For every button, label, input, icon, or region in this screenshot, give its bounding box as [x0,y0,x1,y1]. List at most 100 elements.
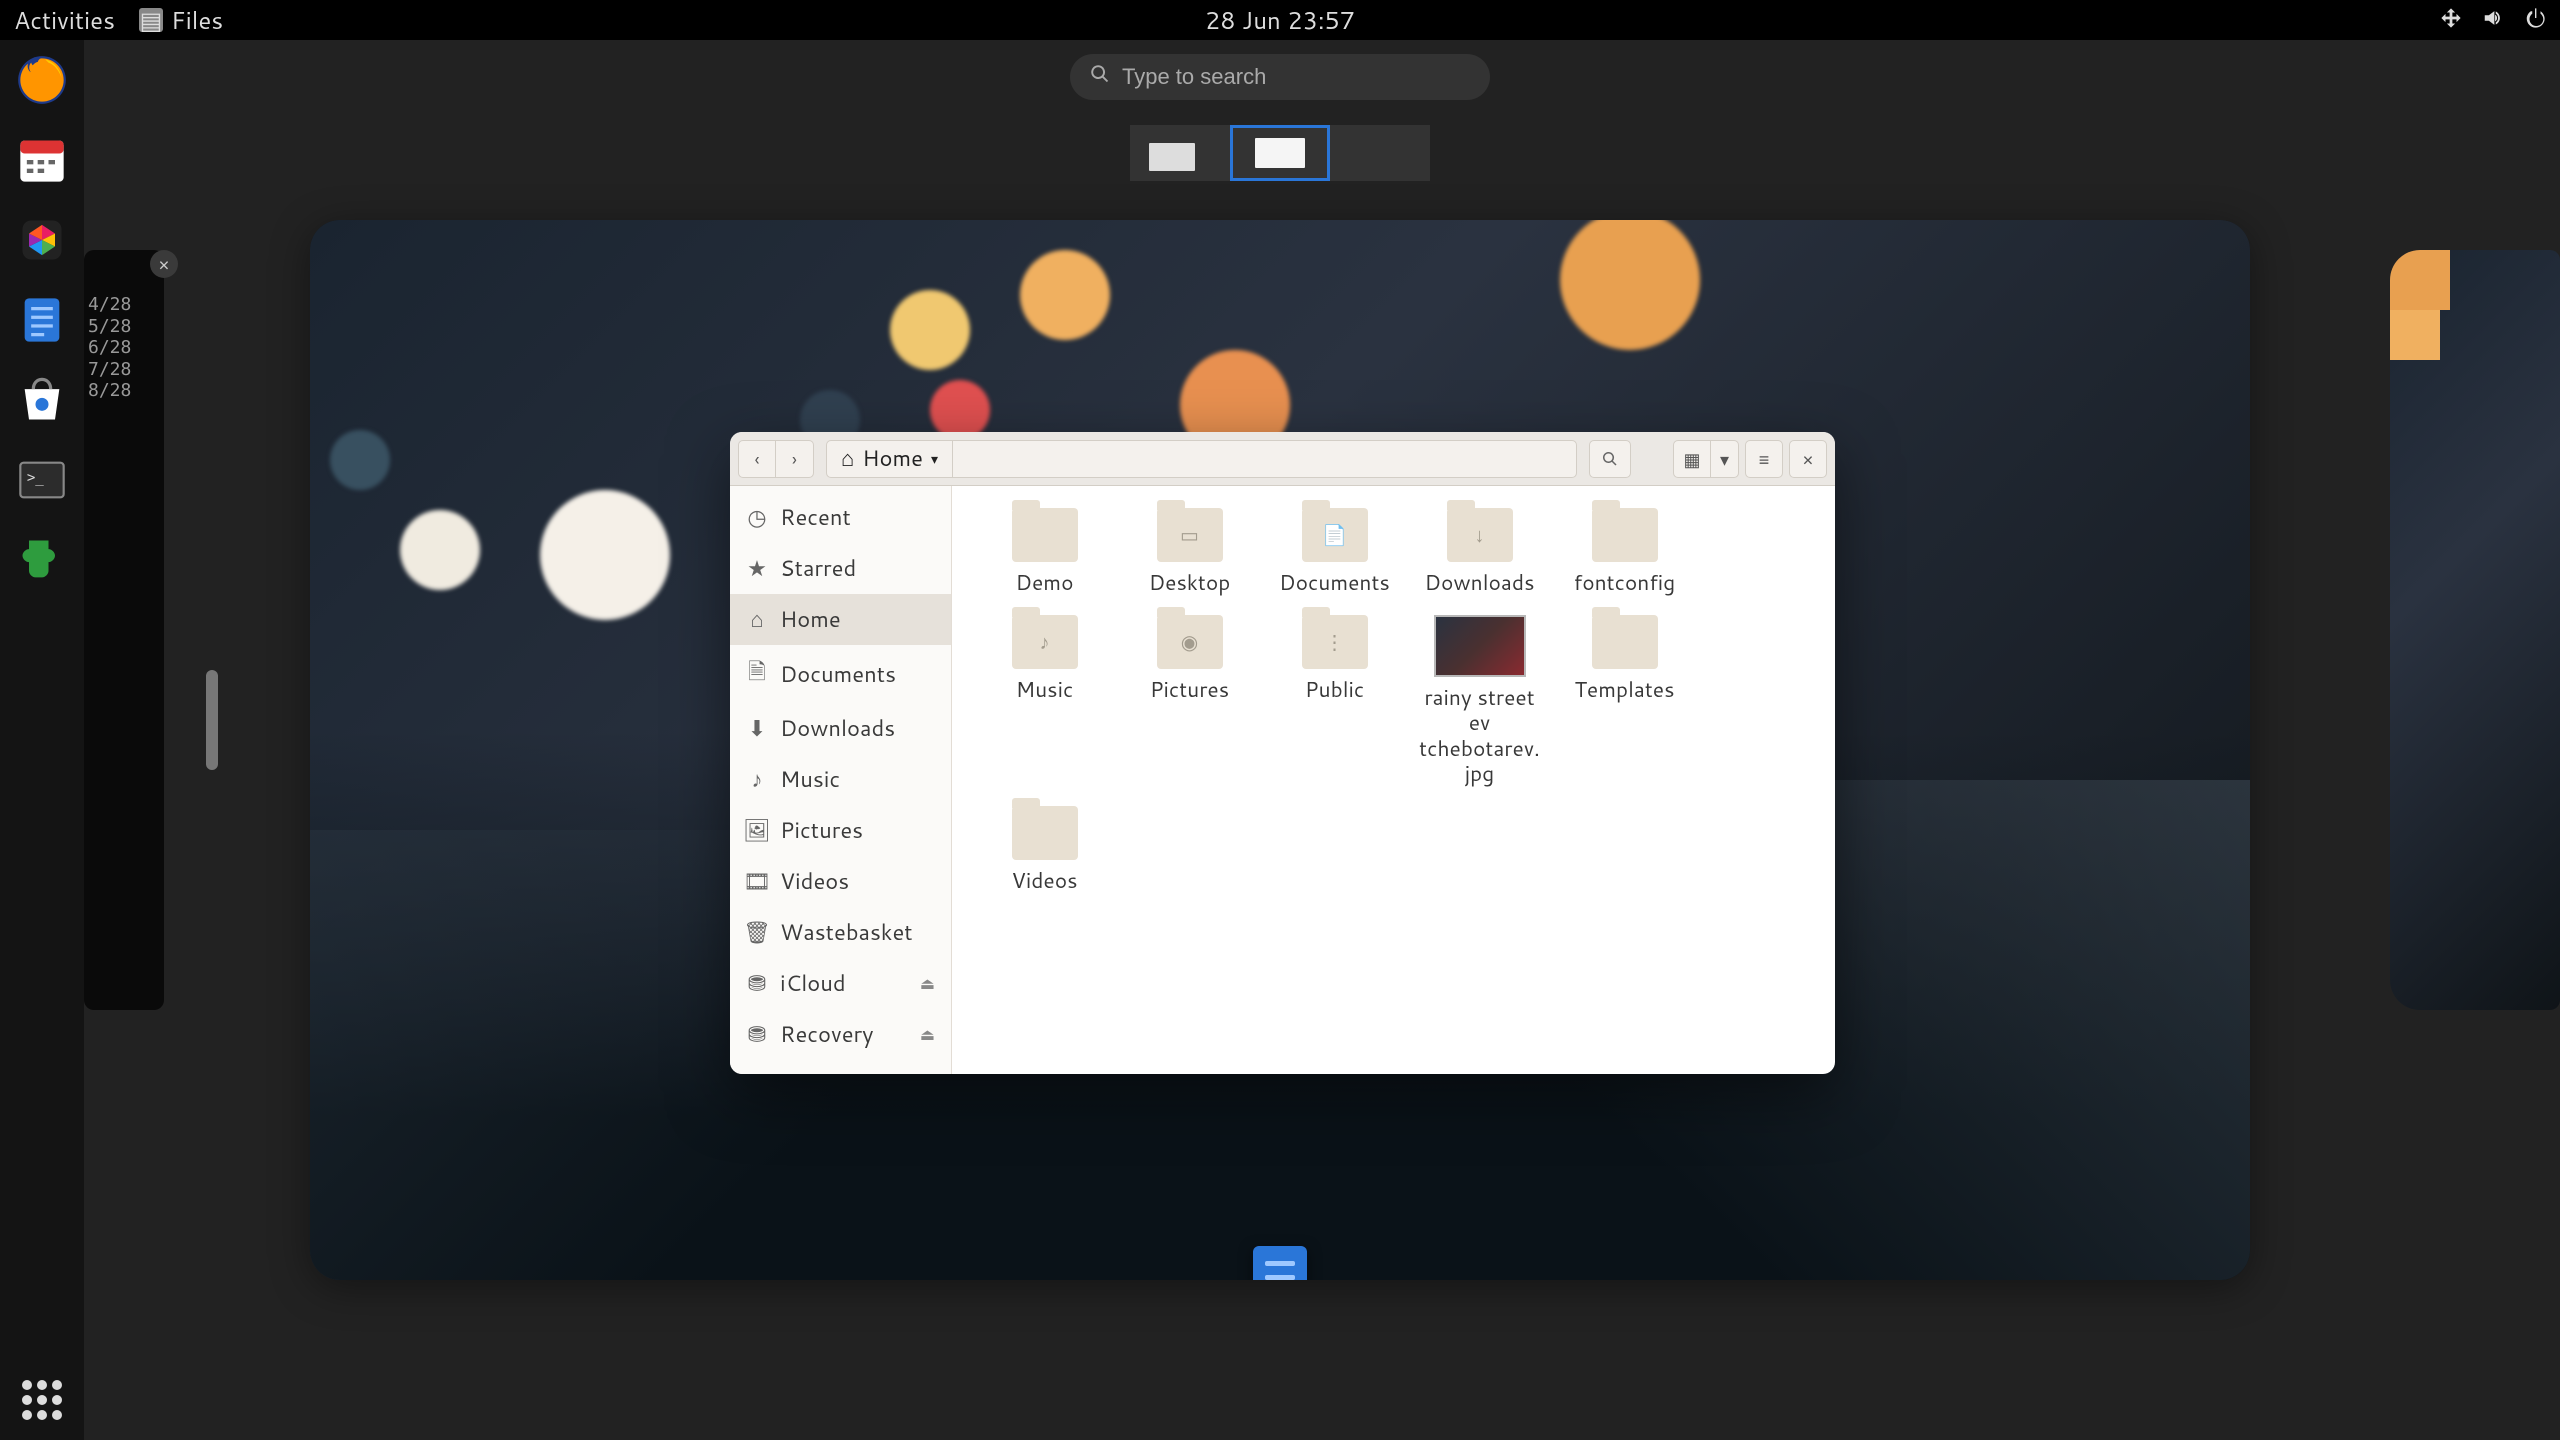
dock-firefox[interactable] [14,52,70,108]
back-button[interactable]: ‹ [738,440,776,478]
path-home[interactable]: ⌂ Home ▾ [827,441,953,477]
search-input[interactable] [1122,64,1470,90]
file-item-templates[interactable]: Templates [1552,605,1697,796]
file-label: Documents [1279,570,1390,595]
sidebar-item-label: Wastebasket [780,917,913,948]
doc-icon: 🗎 [746,655,768,693]
sidebar-item-label: Videos [780,866,849,897]
sidebar-item-documents[interactable]: 🗎 Documents [730,645,951,703]
eject-icon[interactable]: ⏏ [920,1023,935,1046]
file-item-public[interactable]: ⋮Public [1262,605,1407,796]
close-window-button[interactable]: × [150,250,178,278]
files-taskbar-icon[interactable] [1253,1246,1307,1280]
sidebar-item-label: Downloads [780,713,895,744]
workspace-3[interactable] [1330,125,1430,181]
file-item-videos[interactable]: Videos [972,796,1117,903]
sidebar-item-pictures[interactable]: 🖼 Pictures [730,805,951,856]
search-icon [1090,64,1110,90]
hamburger-menu-button[interactable]: ≡ [1745,440,1783,478]
file-item-music[interactable]: ♪ Music [972,605,1117,796]
scrollbar[interactable] [206,670,218,770]
terminal-output: 4/28 5/28 6/28 7/28 8/28 [84,290,135,406]
sidebar-item-recent[interactable]: ◷Recent [730,492,951,543]
folder-icon: 📄 [1302,508,1368,562]
files-icon: ▤ [139,8,163,32]
dock-files[interactable] [14,292,70,348]
folder-icon: ↓ [1447,508,1513,562]
sidebar-item-label: Recent [780,502,851,533]
dock-terminal[interactable]: >_ [14,452,70,508]
path-home-label: Home [862,443,923,474]
dock-software[interactable] [14,372,70,428]
top-bar: Activities ▤ Files 28 Jun 23:57 [0,0,2560,40]
folder-icon [1012,806,1078,860]
sidebar-item-recovery[interactable]: ⛃Recovery⏏ [730,1009,951,1060]
file-item-desktop[interactable]: ▭ Desktop [1117,498,1262,605]
folder-icon [1592,508,1658,562]
adjacent-workspace-left[interactable]: × 4/28 5/28 6/28 7/28 8/28 [84,250,164,1010]
trash-icon: 🗑 [746,917,768,948]
sidebar-item-home[interactable]: ⌂Home [730,594,951,645]
file-label: Public [1305,677,1364,702]
file-item-rainy-street-ev-tchebotarev-jpg[interactable]: rainy street ev tchebotarev. jpg [1407,605,1552,796]
file-label: Desktop [1149,570,1231,595]
pic-icon: 🖼 [746,815,768,846]
files-sidebar: ◷Recent★Starred⌂Home 🗎 Documents ⬇ Downloads… [730,486,952,1074]
overview-search[interactable] [1070,54,1490,100]
sidebar-item-label: Pictures [780,815,863,846]
file-label: rainy street ev tchebotarev. jpg [1411,685,1548,786]
file-item-pictures[interactable]: ◉Pictures [1117,605,1262,796]
folder-icon: ♪ [1012,615,1078,669]
image-thumbnail [1434,615,1526,677]
sidebar-item-icloud[interactable]: ⛃iCloud⏏ [730,958,951,1009]
search-button[interactable] [1589,440,1631,478]
sidebar-item-label: iCloud [780,968,846,999]
activities-button[interactable]: Activities [14,3,115,37]
workspace-switcher [1130,125,1430,181]
file-item-demo[interactable]: Demo [972,498,1117,605]
workspace-1[interactable] [1130,125,1230,181]
folder-icon: ◉ [1157,615,1223,669]
workspace-2[interactable] [1230,125,1330,181]
sidebar-item-downloads[interactable]: ⬇ Downloads [730,703,951,754]
file-item-downloads[interactable]: ↓ Downloads [1407,498,1552,605]
star-icon: ★ [746,553,768,584]
adjacent-workspace-right[interactable] [2390,250,2560,1010]
sidebar-item-label: Documents [780,659,896,690]
file-item-fontconfig[interactable]: fontconfig [1552,498,1697,605]
system-status-area[interactable] [2440,3,2546,37]
dock: >_ [0,40,84,1440]
drive-icon: ⛃ [746,1070,768,1074]
folder-icon [1592,615,1658,669]
forward-button[interactable]: › [776,440,814,478]
app-menu[interactable]: ▤ Files [139,3,223,37]
folder-icon: ▭ [1157,508,1223,562]
files-content[interactable]: Demo ▭ Desktop 📄 Documents ↓ Downloads fontconf… [952,486,1835,1074]
show-apps-button[interactable] [22,1380,62,1420]
workspace-preview[interactable]: ‹ › ⌂ Home ▾ ▦ ▾ ≡ × ◷Recent★Starr [310,220,2250,1280]
home-icon: ⌂ [841,443,854,474]
file-label: Downloads [1425,570,1535,595]
sidebar-item-music[interactable]: ♪Music [730,754,951,805]
icon-view-button[interactable]: ▦ [1673,440,1711,478]
close-button[interactable]: × [1789,440,1827,478]
view-dropdown-button[interactable]: ▾ [1711,440,1739,478]
eject-icon[interactable]: ⏏ [920,972,935,995]
clock[interactable]: 28 Jun 23:57 [1205,3,1355,37]
file-label: Music [1016,677,1073,702]
file-item-documents[interactable]: 📄 Documents [1262,498,1407,605]
sidebar-item-label: LUMIX [780,1070,852,1074]
down-icon: ⬇ [746,713,768,744]
files-window[interactable]: ‹ › ⌂ Home ▾ ▦ ▾ ≡ × ◷Recent★Starr [730,432,1835,1074]
sidebar-item-videos[interactable]: 🎞Videos [730,856,951,907]
sidebar-item-lumix[interactable]: ⛃LUMIX⏏ [730,1060,951,1074]
dock-calendar[interactable] [14,132,70,188]
svg-text:>_: >_ [27,470,44,486]
file-label: Demo [1016,570,1074,595]
sidebar-item-wastebasket[interactable]: 🗑 Wastebasket [730,907,951,958]
path-bar: ⌂ Home ▾ [826,440,1577,478]
topbar-left: Activities ▤ Files [14,3,223,37]
dock-extensions[interactable] [14,532,70,588]
dock-colorpicker[interactable] [14,212,70,268]
sidebar-item-starred[interactable]: ★Starred [730,543,951,594]
